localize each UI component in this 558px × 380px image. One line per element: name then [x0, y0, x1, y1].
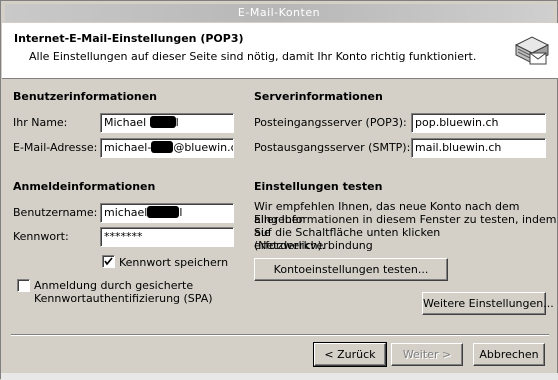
text-cursor: l — [179, 206, 183, 219]
spa-label-line2[interactable]: Kennwortauthentifizierung (SPA) — [34, 292, 213, 305]
window-title: E-Mail-Konten — [5, 4, 553, 22]
next-button[interactable]: Weiter > — [391, 343, 463, 366]
spa-checkbox[interactable] — [17, 279, 30, 292]
remember-password-label[interactable]: Kennwort speichern — [119, 256, 228, 269]
incoming-server-field[interactable]: pop.bluewin.ch — [411, 113, 546, 133]
page-title: Internet-E-Mail-Einstellungen (POP3) — [14, 32, 244, 45]
outgoing-server-field[interactable]: mail.bluewin.ch — [411, 138, 546, 158]
password-label: Kennwort: — [13, 230, 69, 243]
next-button-label: Weiter > — [402, 348, 452, 361]
text-cursor: l — [175, 116, 179, 129]
redaction-mark — [147, 206, 180, 218]
outgoing-server-label: Postausgangsserver (SMTP): — [254, 141, 411, 154]
name-label: Ihr Name: — [13, 116, 68, 129]
email-label: E-Mail-Adresse: — [13, 141, 98, 154]
username-value: michael — [104, 206, 148, 219]
redaction-mark — [151, 141, 174, 153]
back-button[interactable]: < Zurück — [313, 342, 387, 367]
email-field[interactable]: michael- @bluewin.ch — [100, 138, 234, 158]
name-value: Michael — [104, 116, 147, 129]
more-settings-button[interactable]: Weitere Einstellungen... — [422, 292, 554, 315]
dialog-header: Internet-E-Mail-Einstellungen (POP3) All… — [2, 23, 558, 79]
test-account-settings-button[interactable]: Kontoeinstellungen testen... — [254, 258, 448, 281]
email-value-start: michael- — [104, 141, 152, 154]
login-info-heading: Anmeldeinformationen — [13, 180, 156, 193]
password-field[interactable]: ******* — [100, 227, 234, 247]
username-field[interactable]: michael l — [100, 203, 234, 223]
spa-label-line1[interactable]: Anmeldung durch gesicherte — [34, 279, 193, 292]
mail-server-icon — [514, 36, 550, 65]
name-field[interactable]: Michael l — [100, 113, 234, 133]
email-accounts-dialog: E-Mail-Konten Internet-E-Mail-Einstellun… — [0, 0, 558, 380]
footer-divider — [11, 334, 549, 336]
test-description-line4: erforderlich). — [254, 239, 326, 252]
cancel-button[interactable]: Abbrechen — [473, 343, 545, 366]
redaction-mark — [149, 116, 176, 128]
server-info-heading: Serverinformationen — [254, 90, 383, 103]
page-subtitle: Alle Einstellungen auf dieser Seite sind… — [29, 50, 477, 63]
remember-password-checkbox[interactable] — [102, 255, 115, 268]
checkmark-icon — [104, 257, 113, 266]
user-info-heading: Benutzerinformationen — [13, 90, 158, 103]
username-label: Benutzername: — [13, 206, 98, 219]
test-settings-heading: Einstellungen testen — [254, 180, 383, 193]
email-value-end: @bluewin.ch — [173, 141, 233, 154]
incoming-server-label: Posteingangsserver (POP3): — [254, 116, 407, 129]
